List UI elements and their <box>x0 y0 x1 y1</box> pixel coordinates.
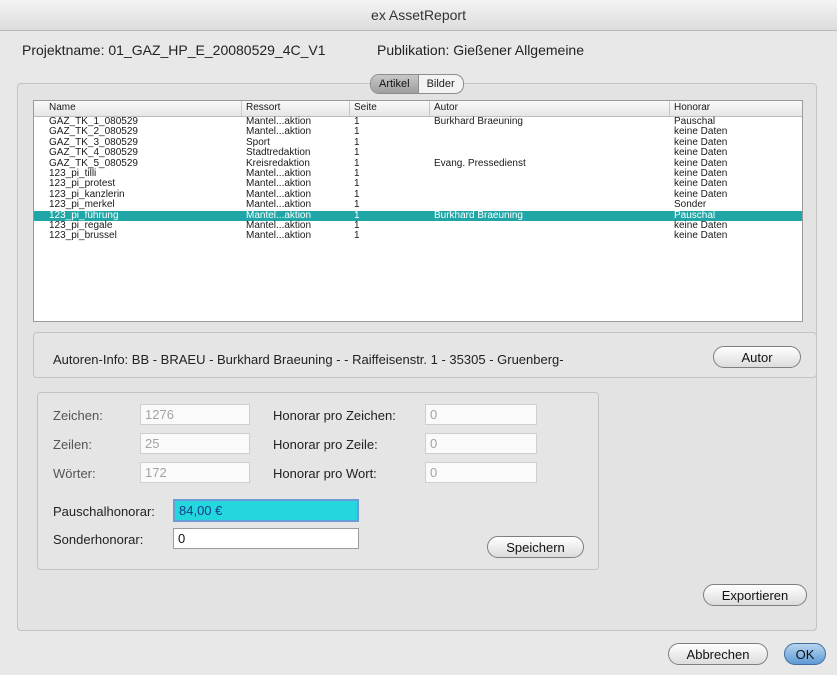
zeichen-label: Zeichen: <box>53 408 103 423</box>
tab-bilder[interactable]: Bilder <box>419 75 463 93</box>
honorar-pro-wort-label: Honorar pro Wort: <box>273 466 377 481</box>
tab-group: Artikel Bilder <box>370 74 464 94</box>
cell-honorar: Sonder <box>674 199 707 211</box>
column-header-seite[interactable]: Seite <box>354 102 377 113</box>
project-header: Projektname: 01_GAZ_HP_E_20080529_4C_V1 … <box>22 42 822 62</box>
zeilen-field[interactable]: 25 <box>140 433 250 454</box>
cell-ressort: Mantel...aktion <box>246 199 312 211</box>
window-title: ex AssetReport <box>0 0 837 31</box>
column-header-honorar[interactable]: Honorar <box>674 102 710 113</box>
column-header-ressort[interactable]: Ressort <box>246 102 280 113</box>
column-header-autor[interactable]: Autor <box>434 102 458 113</box>
woerter-field[interactable]: 172 <box>140 462 250 483</box>
cell-honorar: keine Daten <box>674 230 728 242</box>
cell-seite: 1 <box>354 199 360 211</box>
honorar-pro-zeichen-label: Honorar pro Zeichen: <box>273 408 396 423</box>
cell-name: 123_pi_merkel <box>49 199 115 211</box>
cell-autor: Burkhard Braeuning <box>434 209 523 221</box>
table-row[interactable]: GAZ_TK_4_080529 Stadtredaktion 1 keine Date… <box>34 147 802 158</box>
table-header: Name Ressort Seite Autor Honorar <box>34 101 802 117</box>
sonderhonorar-field[interactable]: 0 <box>173 528 359 549</box>
cancel-button[interactable]: Abbrechen <box>668 643 768 665</box>
honorar-pro-wort-field[interactable]: 0 <box>425 462 537 483</box>
pauschalhonorar-field[interactable]: 84,00 € <box>173 499 359 522</box>
articles-table[interactable]: Name Ressort Seite Autor Honorar GAZ_TK_… <box>33 100 803 322</box>
cell-autor: Evang. Pressedienst <box>434 157 526 169</box>
woerter-label: Wörter: <box>53 466 96 481</box>
table-row[interactable]: 123_pi_merkel Mantel...aktion 1 Sonder <box>34 199 802 211</box>
project-name: Projektname: 01_GAZ_HP_E_20080529_4C_V1 <box>22 42 326 58</box>
zeichen-field[interactable]: 1276 <box>140 404 250 425</box>
cell-autor: Burkhard Braeuning <box>434 116 523 127</box>
save-button[interactable]: Speichern <box>487 536 584 558</box>
ok-button[interactable]: OK <box>784 643 826 665</box>
zeilen-label: Zeilen: <box>53 437 93 452</box>
tab-artikel[interactable]: Artikel <box>371 75 419 93</box>
sonderhonorar-label: Sonderhonorar: <box>53 532 144 547</box>
honorar-pro-zeile-label: Honorar pro Zeile: <box>273 437 378 452</box>
honorar-pro-zeile-field[interactable]: 0 <box>425 433 537 454</box>
author-button[interactable]: Autor <box>713 346 801 368</box>
column-separator <box>349 101 350 116</box>
publication-name: Publikation: Gießener Allgemeine <box>377 42 585 58</box>
honorar-pro-zeichen-field[interactable]: 0 <box>425 404 537 425</box>
column-separator <box>669 101 670 116</box>
author-info: Autoren-Info: BB - BRAEU - Burkhard Brae… <box>53 352 564 367</box>
cell-ressort: Mantel...aktion <box>246 230 312 242</box>
pauschalhonorar-label: Pauschalhonorar: <box>53 504 155 519</box>
column-separator <box>429 101 430 116</box>
cell-name: 123_pi_brussel <box>49 230 117 242</box>
column-header-name[interactable]: Name <box>49 102 76 113</box>
table-row[interactable]: 123_pi_brussel Mantel...aktion 1 keine Date… <box>34 230 802 242</box>
export-button[interactable]: Exportieren <box>703 584 807 606</box>
cell-seite: 1 <box>354 230 360 242</box>
table-body: GAZ_TK_1_080529 Mantel...aktion 1 Burkhard … <box>34 116 802 242</box>
column-separator <box>241 101 242 116</box>
